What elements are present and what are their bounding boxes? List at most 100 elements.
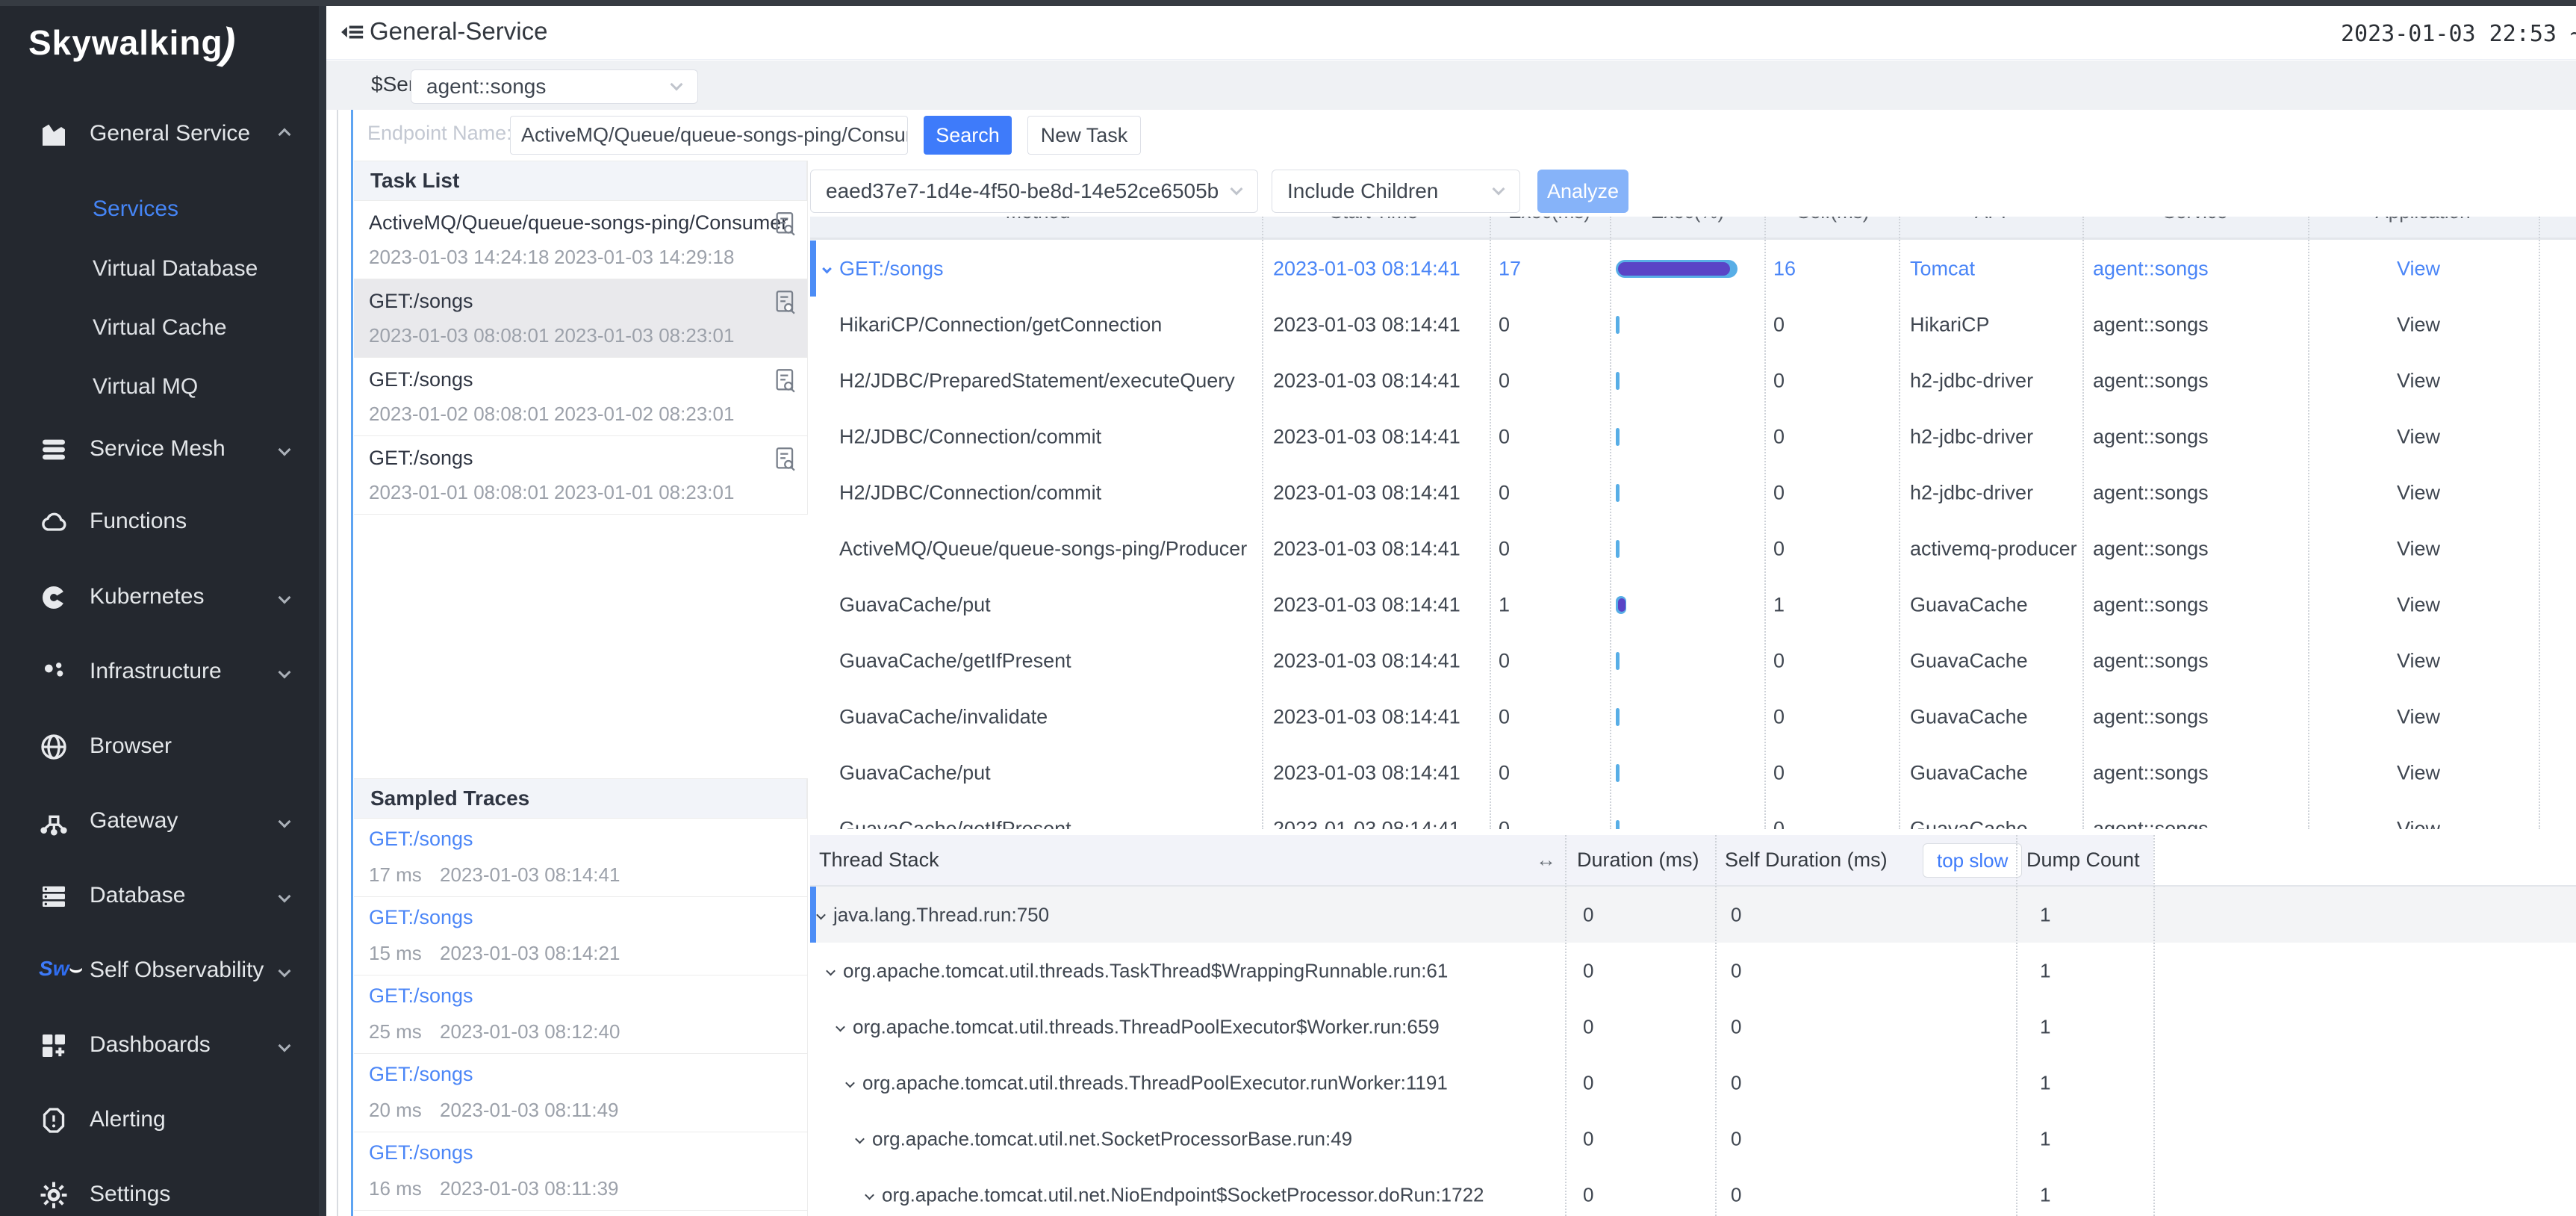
chevron-down-icon[interactable] xyxy=(836,1022,845,1032)
view-span-link[interactable]: View xyxy=(2397,593,2440,616)
thread-stack-row[interactable]: org.apache.tomcat.util.threads.ThreadPoo… xyxy=(810,999,2576,1055)
sidebar-item-general-service[interactable]: General Service xyxy=(0,111,319,158)
sampled-trace-item[interactable]: GET:/songs20 ms2023-01-03 08:11:49 xyxy=(354,1054,807,1132)
view-span-link[interactable]: View xyxy=(2397,705,2440,728)
span-row[interactable]: H2/JDBC/PreparedStatement/executeQuery20… xyxy=(810,353,2576,409)
sidebar-item-service-mesh[interactable]: Service Mesh xyxy=(0,426,319,474)
span-row[interactable]: GuavaCache/put2023-01-03 08:14:4100Guava… xyxy=(810,745,2576,801)
view-span-link[interactable]: View xyxy=(2397,369,2440,392)
time-range-picker[interactable]: 2023-01-03 22:53 ~ 2023 xyxy=(2341,21,2576,47)
chevron-down-icon[interactable] xyxy=(826,966,836,975)
span-row[interactable]: GuavaCache/invalidate2023-01-03 08:14:41… xyxy=(810,689,2576,745)
include-children-select[interactable]: Include Children xyxy=(1272,170,1520,213)
endpoint-name-input[interactable]: ActiveMQ/Queue/queue-songs-ping/Consum xyxy=(510,116,908,155)
span-name[interactable]: GuavaCache/put xyxy=(839,761,991,784)
sidebar-subitem-virtual-cache[interactable]: Virtual Cache xyxy=(0,308,319,350)
sidebar-item-infrastructure[interactable]: Infrastructure xyxy=(0,648,319,696)
view-span-link[interactable]: View xyxy=(2397,649,2440,672)
view-span-link[interactable]: View xyxy=(2397,257,2440,280)
trace-name-link[interactable]: GET:/songs xyxy=(369,906,473,929)
top-slow-button[interactable]: top slow xyxy=(1923,843,2022,878)
span-name[interactable]: GuavaCache/invalidate xyxy=(839,705,1048,728)
span-name[interactable]: H2/JDBC/PreparedStatement/executeQuery xyxy=(839,369,1235,392)
span-row[interactable]: HikariCP/Connection/getConnection2023-01… xyxy=(810,297,2576,353)
trace-name-link[interactable]: GET:/songs xyxy=(369,1063,473,1086)
trace-segment-select[interactable]: eaed37e7-1d4e-4f50-be8d-14e52ce6505b xyxy=(810,170,1258,213)
chevron-down-icon[interactable] xyxy=(855,1134,865,1144)
thread-stack-row[interactable]: java.lang.Thread.run:750001 xyxy=(810,887,2576,943)
span-row[interactable]: GuavaCache/getIfPresent2023-01-03 08:14:… xyxy=(810,801,2576,829)
sidebar-item-self-observability[interactable]: Sw⌣Self Observability xyxy=(0,947,319,995)
sidebar-item-kubernetes[interactable]: Kubernetes xyxy=(0,574,319,621)
thread-stack-row[interactable]: org.apache.tomcat.util.threads.TaskThrea… xyxy=(810,943,2576,999)
thread-stack-row[interactable]: org.apache.tomcat.util.threads.ThreadPoo… xyxy=(810,1055,2576,1111)
view-task-detail-icon[interactable] xyxy=(774,290,797,319)
span-name[interactable]: H2/JDBC/Connection/commit xyxy=(839,481,1101,504)
span-row[interactable]: GuavaCache/put2023-01-03 08:14:4111Guava… xyxy=(810,577,2576,633)
span-row[interactable]: H2/JDBC/Connection/commit2023-01-03 08:1… xyxy=(810,409,2576,465)
span-row[interactable]: ActiveMQ/Queue/queue-songs-ping/Producer… xyxy=(810,521,2576,577)
trace-name-link[interactable]: GET:/songs xyxy=(369,984,473,1008)
stack-frame-name[interactable]: org.apache.tomcat.util.threads.TaskThrea… xyxy=(827,959,1448,982)
sidebar-item-gateway[interactable]: Gateway xyxy=(0,798,319,846)
sampled-trace-item[interactable]: GET:/songs17 ms2023-01-03 08:14:41 xyxy=(354,819,807,897)
sampled-trace-item[interactable]: GET:/songs16 ms2023-01-03 08:11:39 xyxy=(354,1132,807,1211)
sidebar-subitem-virtual-mq[interactable]: Virtual MQ xyxy=(0,367,319,409)
task-list-item[interactable]: GET:/songs2023-01-02 08:08:012023-01-02 … xyxy=(354,358,807,436)
sampled-trace-item[interactable]: GET:/songs25 ms2023-01-03 08:12:40 xyxy=(354,975,807,1054)
span-name[interactable]: GuavaCache/getIfPresent xyxy=(839,649,1071,672)
span-name[interactable]: H2/JDBC/Connection/commit xyxy=(839,425,1101,448)
stack-frame-name[interactable]: java.lang.Thread.run:750 xyxy=(818,903,1049,926)
view-task-detail-icon[interactable] xyxy=(774,447,797,476)
view-task-detail-icon[interactable] xyxy=(774,368,797,397)
view-span-link[interactable]: View xyxy=(2397,537,2440,560)
expand-horizontal-icon[interactable]: ↔ xyxy=(1536,849,1556,872)
stack-frame-name[interactable]: org.apache.tomcat.util.net.SocketProcess… xyxy=(856,1127,1352,1150)
view-span-link[interactable]: View xyxy=(2397,817,2440,829)
sidebar-item-browser[interactable]: Browser xyxy=(0,723,319,771)
span-row[interactable]: GET:/songs2023-01-03 08:14:411716Tomcata… xyxy=(810,241,2576,297)
chevron-down-icon[interactable] xyxy=(865,1190,874,1200)
trace-name-link[interactable]: GET:/songs xyxy=(369,828,473,851)
trace-name-link[interactable]: GET:/songs xyxy=(369,1141,473,1164)
sidebar-item-database[interactable]: Database xyxy=(0,872,319,920)
task-list-item[interactable]: GET:/songs2023-01-03 08:08:012023-01-03 … xyxy=(354,279,807,358)
chevron-down-icon[interactable] xyxy=(845,1078,855,1088)
sampled-trace-item[interactable] xyxy=(354,1211,807,1216)
view-span-link[interactable]: View xyxy=(2397,761,2440,784)
sidebar-item-alerting[interactable]: Alerting xyxy=(0,1096,319,1144)
span-name[interactable]: GuavaCache/getIfPresent xyxy=(839,817,1071,829)
sampled-trace-item[interactable]: GET:/songs15 ms2023-01-03 08:14:21 xyxy=(354,897,807,975)
span-name[interactable]: GET:/songs xyxy=(824,257,944,280)
view-task-detail-icon[interactable] xyxy=(774,211,797,241)
span-name[interactable]: ActiveMQ/Queue/queue-songs-ping/Producer xyxy=(839,537,1247,560)
service-select[interactable]: agent::songs xyxy=(411,69,698,104)
sidebar-item-settings[interactable]: Settings xyxy=(0,1171,319,1216)
stack-frame-name[interactable]: org.apache.tomcat.util.threads.ThreadPoo… xyxy=(847,1071,1448,1094)
sidebar-item-dashboards[interactable]: Dashboards xyxy=(0,1022,319,1070)
task-list-item[interactable]: ActiveMQ/Queue/queue-songs-ping/Consumer… xyxy=(354,201,807,279)
span-row[interactable]: H2/JDBC/Connection/commit2023-01-03 08:1… xyxy=(810,465,2576,521)
stack-frame-name[interactable]: org.apache.tomcat.util.net.NioEndpoint$S… xyxy=(866,1183,1484,1206)
span-name[interactable]: GuavaCache/put xyxy=(839,593,991,616)
sidebar-subitem-virtual-database[interactable]: Virtual Database xyxy=(0,249,319,291)
view-span-link[interactable]: View xyxy=(2397,481,2440,504)
view-span-link[interactable]: View xyxy=(2397,313,2440,336)
analyze-button[interactable]: Analyze xyxy=(1537,170,1628,213)
new-task-button[interactable]: New Task xyxy=(1027,116,1141,155)
search-button[interactable]: Search xyxy=(924,116,1012,155)
view-span-link[interactable]: View xyxy=(2397,425,2440,448)
content-scrollbar[interactable] xyxy=(337,110,338,1216)
sidebar-item-functions[interactable]: Functions xyxy=(0,498,319,546)
chevron-down-icon[interactable] xyxy=(816,910,826,919)
span-row[interactable]: GuavaCache/getIfPresent2023-01-03 08:14:… xyxy=(810,633,2576,689)
sidebar-subitem-services[interactable]: Services xyxy=(0,189,319,231)
thread-stack-row[interactable]: org.apache.tomcat.util.net.SocketProcess… xyxy=(810,1111,2576,1167)
stack-frame-name[interactable]: org.apache.tomcat.util.threads.ThreadPoo… xyxy=(837,1015,1440,1038)
collapse-menu-icon[interactable] xyxy=(340,19,365,49)
task-list-item[interactable]: GET:/songs2023-01-01 08:08:012023-01-01 … xyxy=(354,436,807,515)
thread-stack-row[interactable]: org.apache.tomcat.util.net.NioEndpoint$S… xyxy=(810,1167,2576,1216)
chevron-down-icon[interactable] xyxy=(822,264,832,273)
sidebar-scrollbar[interactable] xyxy=(319,6,326,1216)
span-name[interactable]: HikariCP/Connection/getConnection xyxy=(839,313,1162,336)
